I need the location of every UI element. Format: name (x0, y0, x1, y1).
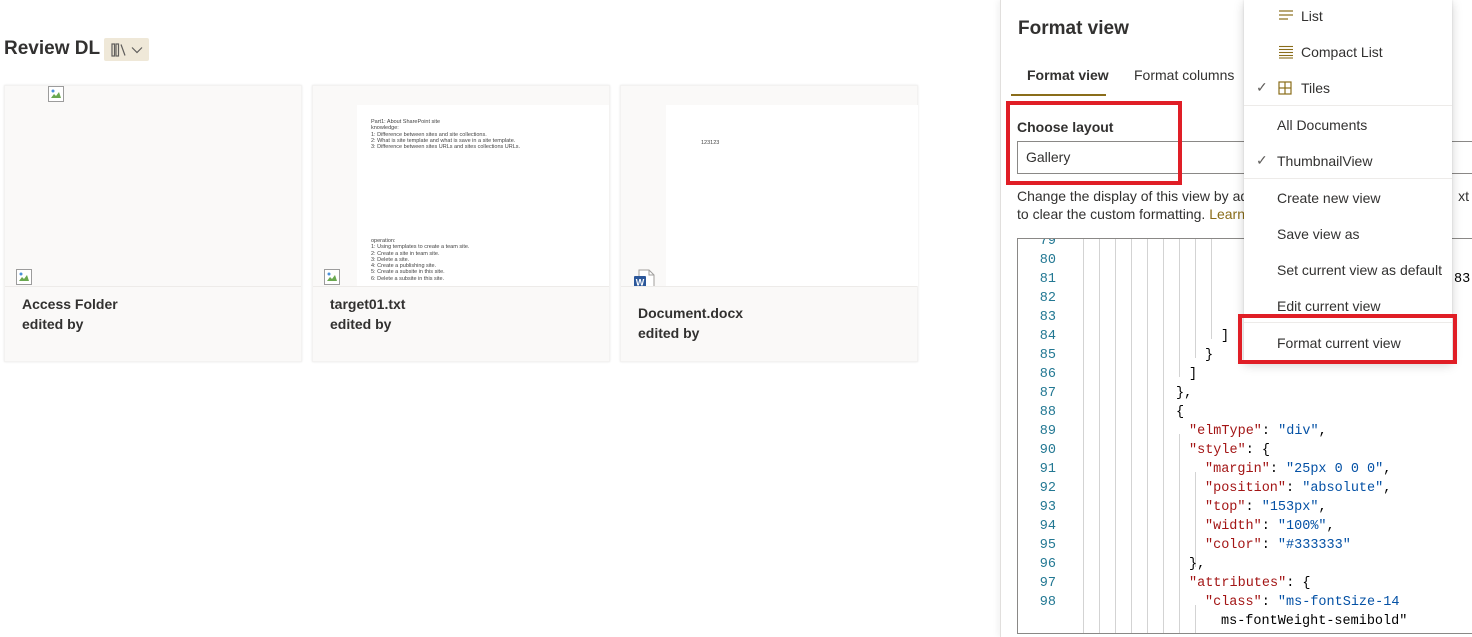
tab-format-view[interactable]: Format view (1027, 67, 1109, 83)
active-tab-indicator (1011, 94, 1106, 96)
menu-item-list[interactable]: List (1244, 0, 1452, 34)
menu-item-set-default[interactable]: Set current view as default (1244, 254, 1452, 288)
desc-line1: Change the display of this view by ad (1017, 188, 1249, 204)
code-line: 89 "elmType": "div", (1039, 424, 1327, 439)
menu-item-compact-list[interactable]: Compact List (1244, 36, 1452, 70)
learn-more-link[interactable]: Learn (1209, 206, 1245, 222)
checkmark-icon: ✓ (1256, 152, 1268, 168)
menu-item-label: Compact List (1301, 44, 1383, 60)
broken-image-icon (48, 86, 64, 102)
menu-divider (1244, 178, 1452, 179)
list-icon (1279, 10, 1293, 20)
code-line: 87}, (1039, 386, 1193, 401)
code-line: 95 "color": "#333333" (1039, 538, 1351, 553)
code-fragment: 83" (1454, 272, 1472, 287)
menu-item-label: Set current view as default (1277, 262, 1442, 278)
menu-item-label: Tiles (1301, 80, 1331, 96)
library-icon (110, 42, 127, 57)
compact-list-icon (1279, 45, 1293, 59)
menu-item-label: All Documents (1277, 117, 1368, 133)
menu-item-save-view-as[interactable]: Save view as (1244, 218, 1452, 252)
code-line: 94 "width": "100%", (1039, 519, 1335, 534)
menu-divider (1244, 322, 1452, 323)
desc-line1-tail: xt fr (1458, 188, 1472, 204)
panel-title: Format view (1018, 18, 1129, 39)
code-line: 88{ (1039, 405, 1185, 420)
code-line: 93 "top": "153px", (1039, 500, 1327, 515)
tile-target01[interactable]: Part1: About SharePoint site knowledge: … (312, 85, 610, 362)
code-line: 98 "class": "ms-fontSize-14 (1039, 595, 1400, 610)
tile-name[interactable]: target01.txt (330, 296, 405, 312)
tile-meta: Access Folder edited by (5, 286, 301, 361)
tile-document-docx[interactable]: 123123 W Document.docx edited by (620, 85, 918, 362)
tile-meta: Document.docx edited by (621, 286, 917, 361)
menu-item-tiles[interactable]: ✓ Tiles (1244, 72, 1452, 106)
docx-preview-page: 123123 (666, 105, 918, 286)
choose-layout-label: Choose layout (1017, 119, 1114, 135)
chevron-down-icon (131, 46, 143, 54)
broken-image-icon (324, 269, 340, 285)
menu-item-edit-current-view[interactable]: Edit current view (1244, 290, 1452, 324)
menu-divider (1244, 105, 1452, 106)
tile-name[interactable]: Document.docx (638, 305, 743, 321)
code-line: 97 "attributes": { (1039, 576, 1311, 591)
tiles-icon (1278, 81, 1292, 95)
code-line: 86] (1039, 367, 1198, 382)
tab-format-columns[interactable]: Format columns (1134, 67, 1234, 83)
code-line: 90 "style": { (1039, 443, 1271, 458)
tile-edited-by: edited by (22, 316, 84, 332)
menu-item-all-documents[interactable]: All Documents (1244, 109, 1452, 143)
preview-lines-bottom: operation: 1: Using templates to create … (371, 238, 469, 282)
tile-thumbnail: 123123 W (621, 86, 918, 291)
library-switch-button[interactable] (104, 38, 149, 61)
preview-line: 1: Using templates to create a team site… (371, 244, 470, 251)
code-line: 91 "margin": "25px 0 0 0", (1039, 462, 1392, 477)
menu-item-thumbnailview[interactable]: ✓ ThumbnailView (1244, 145, 1452, 179)
tile-name[interactable]: Access Folder (22, 296, 118, 312)
preview-lines-top: Part1: About SharePoint site knowledge: … (371, 119, 520, 150)
menu-item-label: ThumbnailView (1277, 153, 1373, 169)
desc-line2: to clear the custom formatting. (1017, 206, 1210, 222)
code-line: ms-fontWeight-semibold" (1221, 614, 1408, 629)
preview-line: 6: Delete a subsite in this site. (371, 275, 445, 282)
menu-item-label: Edit current view (1277, 298, 1381, 314)
text-preview-page: Part1: About SharePoint site knowledge: … (357, 105, 609, 286)
tile-meta: target01.txt edited by (313, 286, 609, 361)
preview-line: 123123 (701, 140, 720, 146)
library-title: Review DL (4, 38, 101, 59)
tile-access-folder[interactable]: Access Folder edited by (4, 85, 302, 362)
tile-edited-by: edited by (638, 325, 700, 341)
menu-item-format-current-view[interactable]: Format current view (1244, 327, 1452, 361)
tile-thumbnail (5, 86, 301, 286)
preview-line: 3: Difference between sites URLs and sit… (371, 144, 521, 151)
menu-item-create-new-view[interactable]: Create new view (1244, 182, 1452, 216)
broken-image-icon (16, 269, 32, 285)
tile-edited-by: edited by (330, 316, 392, 332)
view-options-menu: List Compact List ✓ Tiles All Documents … (1244, 0, 1452, 362)
tile-thumbnail: Part1: About SharePoint site knowledge: … (313, 86, 609, 286)
code-line: 96}, (1039, 557, 1206, 572)
menu-item-label: Save view as (1277, 226, 1360, 242)
menu-item-label: Format current view (1277, 335, 1401, 351)
menu-item-label: Create new view (1277, 190, 1381, 206)
code-line: 92 "position": "absolute", (1039, 481, 1392, 496)
menu-item-label: List (1301, 8, 1323, 24)
checkmark-icon: ✓ (1256, 79, 1268, 95)
